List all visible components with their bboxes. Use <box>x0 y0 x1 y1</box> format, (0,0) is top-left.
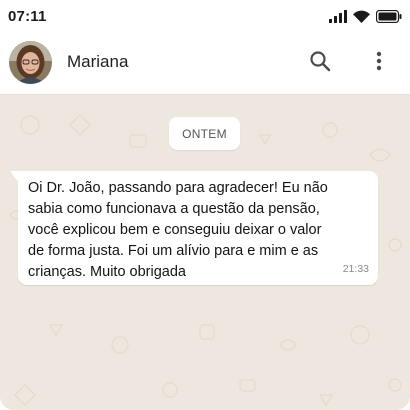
avatar[interactable] <box>9 41 52 84</box>
contact-name[interactable]: Mariana <box>67 52 128 72</box>
signal-icon <box>329 9 347 23</box>
message-time: 21:33 <box>342 263 369 275</box>
wifi-icon <box>353 10 370 23</box>
search-icon <box>309 50 331 77</box>
more-options-button[interactable] <box>365 49 393 77</box>
battery-icon <box>376 9 402 23</box>
chat-area[interactable]: ONTEM Oi Dr. João, passando para agradec… <box>0 95 410 410</box>
phone-screen: 07:11 Mariana ONTEM Oi Dr. João, passand… <box>0 0 410 410</box>
more-vert-icon <box>376 51 382 76</box>
status-icons <box>329 9 402 23</box>
search-button[interactable] <box>306 49 334 77</box>
message-text: Oi Dr. João, passando para agradecer! Eu… <box>28 180 328 280</box>
chat-header: Mariana <box>0 32 410 95</box>
date-separator: ONTEM <box>169 117 240 150</box>
bubble-tail <box>10 171 19 183</box>
message-bubble[interactable]: Oi Dr. João, passando para agradecer! Eu… <box>10 171 378 285</box>
status-time: 07:11 <box>8 8 47 25</box>
status-bar: 07:11 <box>0 0 410 32</box>
